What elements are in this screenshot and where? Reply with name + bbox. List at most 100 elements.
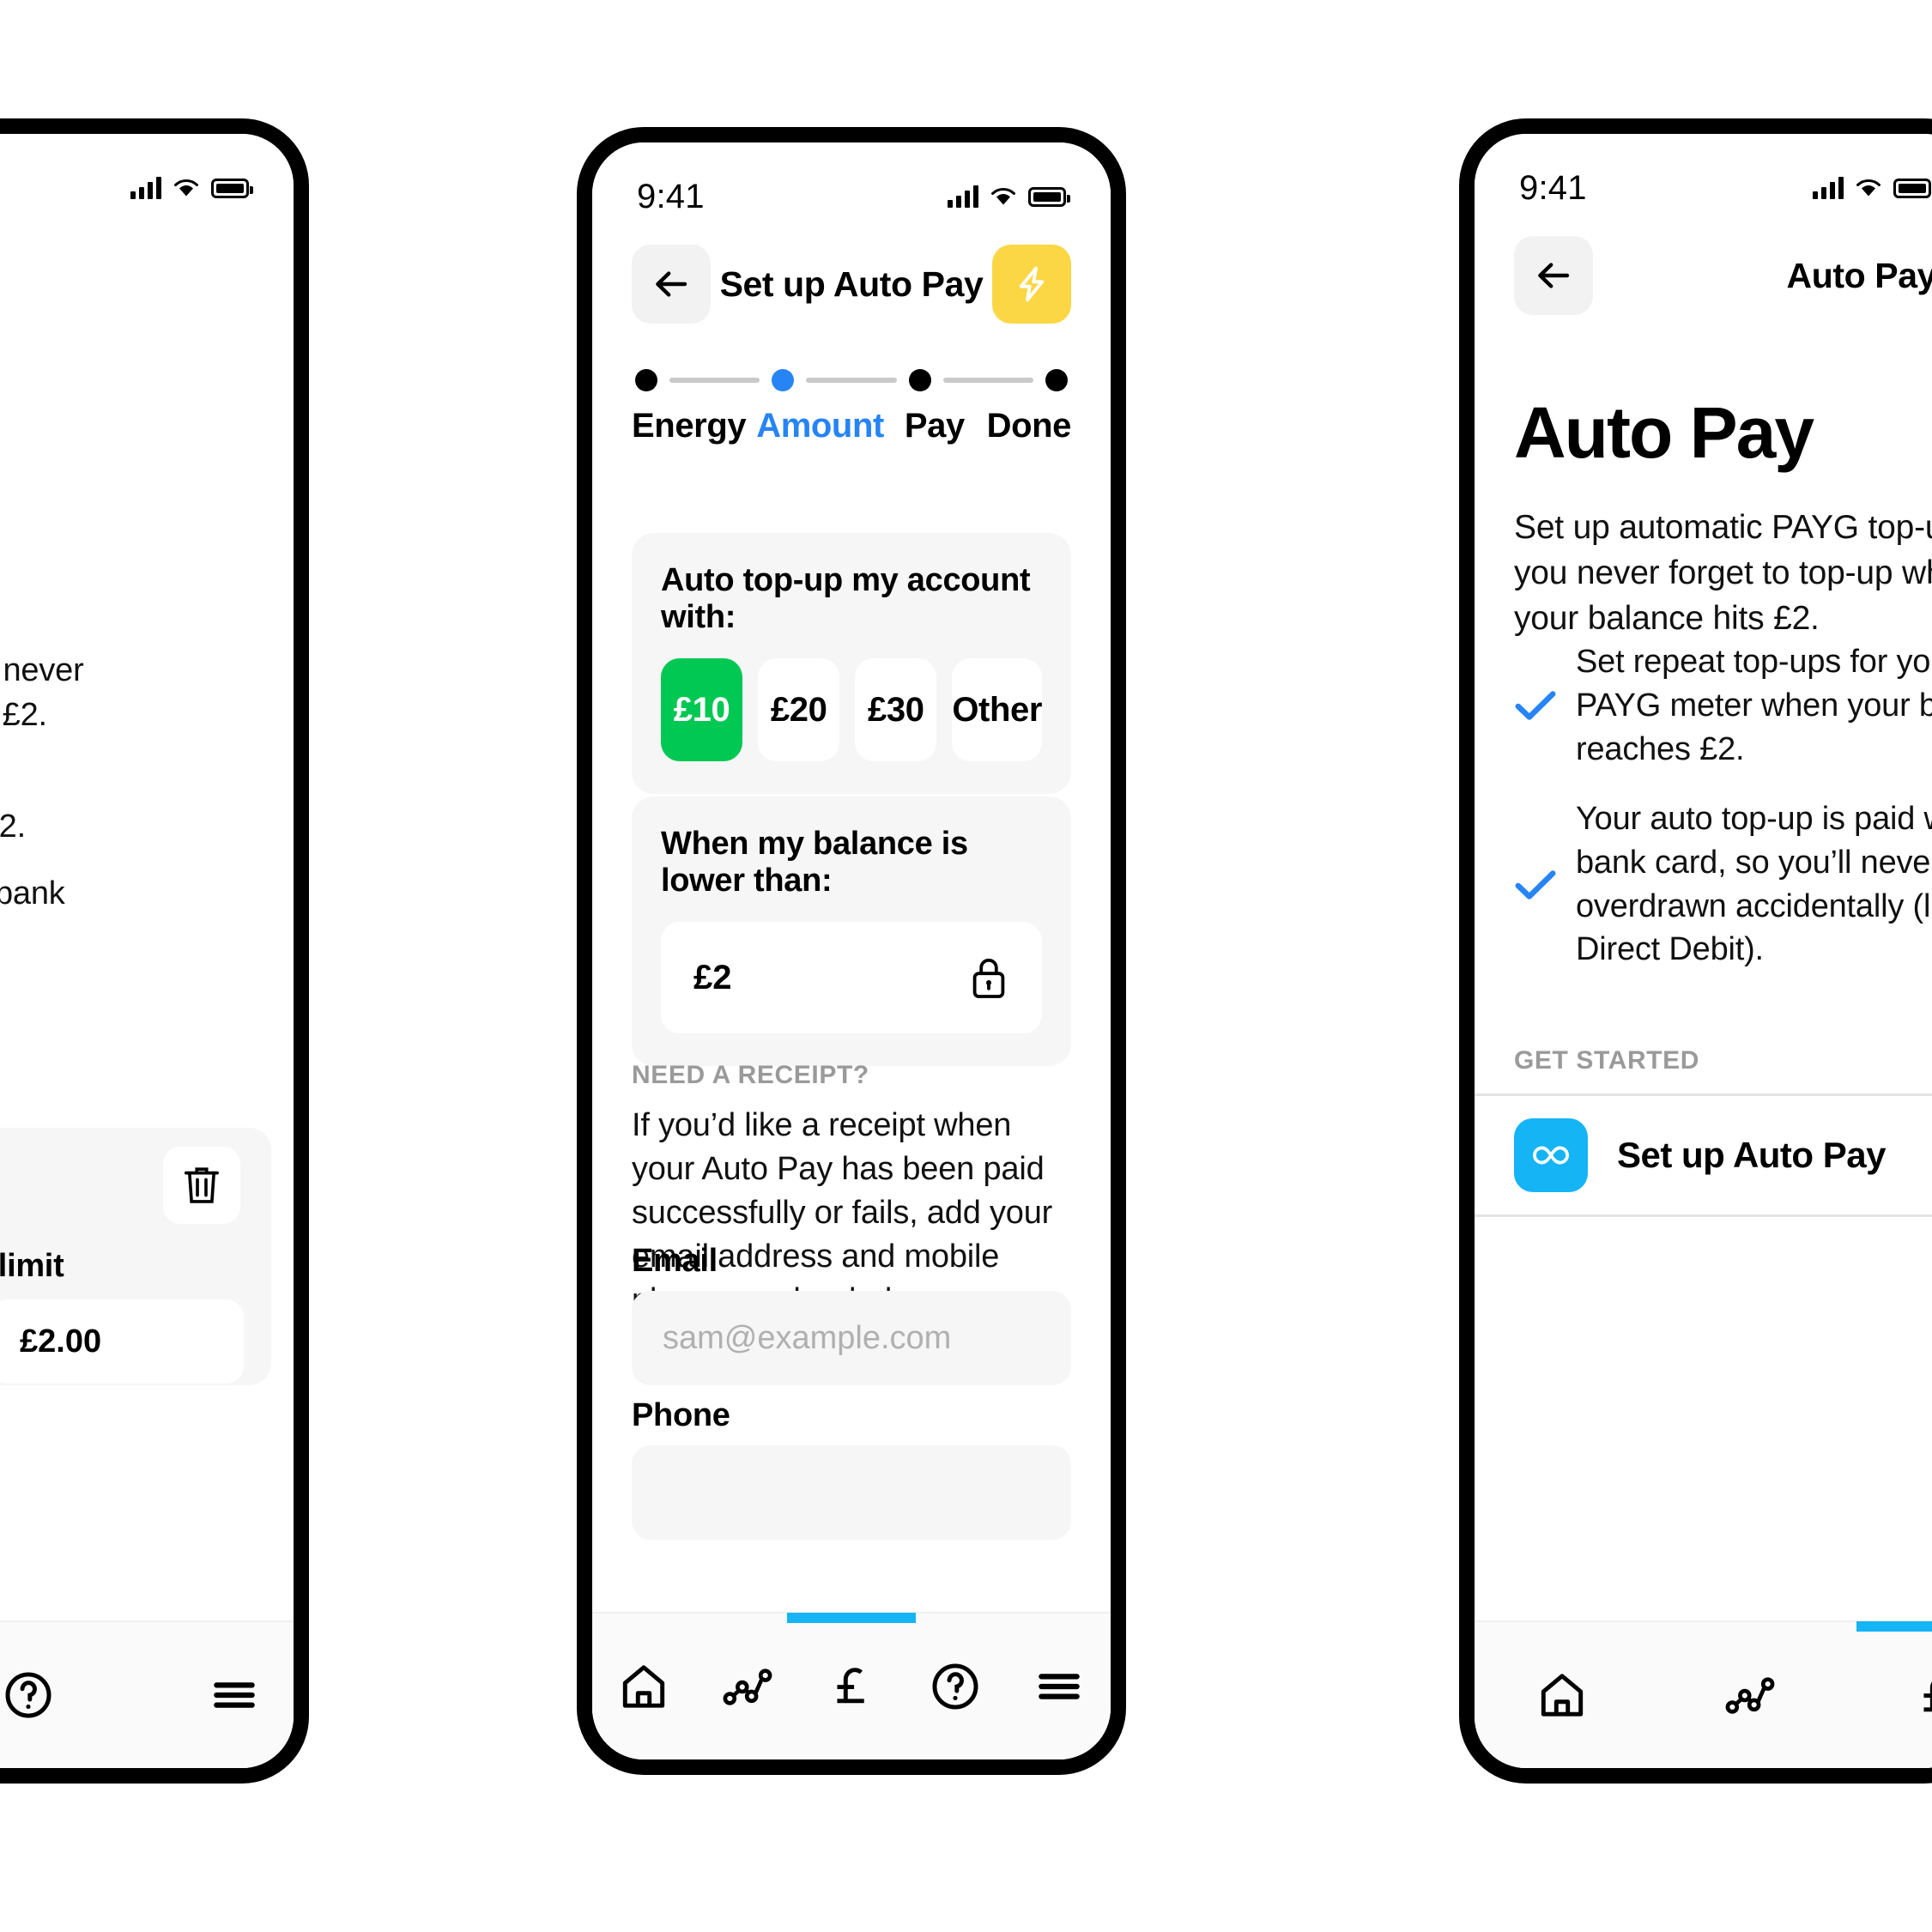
tab-home[interactable] bbox=[1524, 1621, 1599, 1768]
step-dot-done[interactable] bbox=[1045, 369, 1068, 391]
phone-right: 9:41 Auto Pay Auto Pay Set up automatic … bbox=[1459, 118, 1932, 1784]
amount-options: £10 £20 £30 Other bbox=[661, 658, 1042, 761]
credit-limit-label: Credit limit bbox=[0, 1248, 64, 1284]
tab-payments[interactable] bbox=[1901, 1621, 1932, 1768]
lock-icon bbox=[968, 954, 1009, 1001]
step-label-amount[interactable]: Amount bbox=[746, 407, 884, 445]
step-segment-2 bbox=[806, 378, 897, 383]
center-status-bar: 9:41 bbox=[592, 175, 1111, 218]
right-screen: 9:41 Auto Pay Auto Pay Set up automatic … bbox=[1475, 134, 1932, 1768]
wifi-icon bbox=[990, 187, 1016, 207]
left-screen: Auto Pay c PAYG top-ups so you never whe… bbox=[0, 134, 294, 1768]
receipt-body-text: If you’d like a receipt when your Auto P… bbox=[632, 1107, 1053, 1318]
status-clock: 9:41 bbox=[1519, 168, 1587, 207]
email-input[interactable]: sam@example.com bbox=[632, 1291, 1071, 1385]
delete-button[interactable] bbox=[163, 1147, 240, 1224]
battery-icon bbox=[1028, 186, 1070, 207]
center-navbar: Set up Auto Pay bbox=[592, 237, 1111, 331]
bolt-icon bbox=[1019, 266, 1045, 302]
left-tab-bar bbox=[0, 1620, 294, 1768]
left-status-bar bbox=[0, 167, 294, 209]
right-status-bar: 9:41 bbox=[1475, 167, 1932, 209]
status-icons bbox=[1813, 177, 1931, 199]
status-clock: 9:41 bbox=[637, 177, 705, 215]
list-item: Your auto top-up is paid with your bank … bbox=[1514, 797, 1932, 972]
battery-icon bbox=[1893, 178, 1931, 198]
infinity-icon bbox=[1514, 1118, 1588, 1192]
step-segment-1 bbox=[669, 378, 760, 383]
left-paragraph-7: (like a Direct Debit). bbox=[0, 961, 276, 1005]
menu-icon bbox=[1038, 1674, 1080, 1699]
screenshot-canvas: Auto Pay c PAYG top-ups so you never whe… bbox=[0, 0, 1932, 1932]
tab-menu[interactable] bbox=[1012, 1613, 1106, 1759]
phone-input[interactable] bbox=[632, 1445, 1071, 1540]
center-tab-bar bbox=[592, 1612, 1111, 1759]
step-label-done[interactable]: Done bbox=[987, 407, 1072, 445]
page-heading: Auto Pay bbox=[1514, 392, 1814, 473]
step-label-energy[interactable]: Energy bbox=[632, 407, 747, 445]
step-label-pay[interactable]: Pay bbox=[884, 407, 987, 445]
get-started-item-label: Set up Auto Pay bbox=[1617, 1135, 1886, 1175]
status-icons bbox=[948, 185, 1070, 208]
credit-limit-inputs: £2.00 bbox=[0, 1299, 244, 1384]
amount-card: Auto top-up my account with: £10 £20 £30… bbox=[632, 533, 1071, 794]
phone-center: 9:41 Set up Auto Pay Energy Amount Pay D… bbox=[577, 127, 1126, 1775]
tab-help[interactable] bbox=[908, 1613, 1002, 1759]
tab-payments[interactable] bbox=[804, 1613, 899, 1759]
threshold-card: When my balance is lower than: £2 bbox=[632, 796, 1071, 1066]
tab-usage[interactable] bbox=[700, 1613, 795, 1759]
stepper-labels: Energy Amount Pay Done bbox=[632, 407, 1071, 445]
pound-icon bbox=[1923, 1681, 1932, 1712]
tab-menu[interactable] bbox=[187, 1621, 282, 1768]
usage-icon bbox=[1725, 1677, 1775, 1714]
amount-option-other[interactable]: Other bbox=[952, 658, 1042, 761]
step-dot-amount[interactable] bbox=[772, 369, 795, 391]
status-icons bbox=[130, 177, 253, 199]
tab-usage[interactable] bbox=[1712, 1621, 1787, 1768]
step-segment-3 bbox=[942, 378, 1033, 383]
check-icon bbox=[1514, 688, 1557, 723]
threshold-input[interactable]: £2 bbox=[661, 922, 1042, 1033]
wifi-icon bbox=[1856, 179, 1881, 198]
center-screen: 9:41 Set up Auto Pay Energy Amount Pay D… bbox=[592, 142, 1111, 1759]
credit-limit-value-input[interactable]: £2.00 bbox=[0, 1299, 244, 1384]
setup-stepper: Energy Amount Pay Done bbox=[632, 366, 1071, 445]
arrow-left-icon bbox=[1538, 263, 1570, 288]
amount-option-10[interactable]: £10 bbox=[661, 658, 743, 761]
right-navbar: Auto Pay bbox=[1475, 228, 1932, 323]
pound-icon bbox=[837, 1668, 864, 1704]
back-button[interactable] bbox=[632, 245, 711, 324]
trash-icon bbox=[184, 1167, 220, 1203]
check-icon bbox=[1514, 868, 1557, 902]
left-navbar: Auto Pay bbox=[0, 228, 294, 323]
tab-home[interactable] bbox=[597, 1613, 691, 1759]
usage-icon bbox=[723, 1669, 772, 1705]
left-paragraph-5: op-up is paid with your bank bbox=[0, 875, 65, 911]
left-nav-title: Auto Pay bbox=[0, 256, 294, 296]
amount-option-20[interactable]: £20 bbox=[758, 658, 840, 761]
step-dot-pay[interactable] bbox=[908, 369, 931, 391]
arrow-left-icon bbox=[656, 271, 687, 297]
get-started-item[interactable]: Set up Auto Pay bbox=[1514, 1096, 1932, 1214]
step-dot-energy[interactable] bbox=[635, 369, 657, 391]
help-icon bbox=[932, 1663, 978, 1710]
amount-option-30[interactable]: £30 bbox=[855, 658, 937, 761]
left-credit-limit-card: Credit limit £2.00 bbox=[0, 1128, 271, 1385]
menu-icon bbox=[214, 1682, 255, 1708]
threshold-card-title: When my balance is lower than: bbox=[661, 826, 968, 899]
left-paragraph-1: c PAYG top-ups so you never bbox=[0, 652, 84, 688]
right-tab-bar bbox=[1475, 1620, 1932, 1768]
signal-icon bbox=[130, 177, 161, 199]
list-item-label: Your auto top-up is paid with your bank … bbox=[1576, 800, 1932, 968]
signal-icon bbox=[1813, 177, 1844, 199]
amount-card-title: Auto top-up my account with: bbox=[661, 562, 1031, 635]
boost-button[interactable] bbox=[992, 245, 1071, 324]
left-paragraph-3: op-ups for your PAYG bbox=[0, 760, 276, 804]
home-icon bbox=[623, 1665, 665, 1708]
back-button[interactable] bbox=[1514, 236, 1593, 315]
phone-left: Auto Pay c PAYG top-ups so you never whe… bbox=[0, 118, 309, 1784]
list-item: Set repeat top-ups for your PAYG meter w… bbox=[1514, 640, 1932, 772]
tab-help[interactable] bbox=[0, 1621, 76, 1768]
left-paragraph-4: your balance reaches £2. bbox=[0, 809, 26, 845]
help-icon bbox=[5, 1672, 51, 1718]
